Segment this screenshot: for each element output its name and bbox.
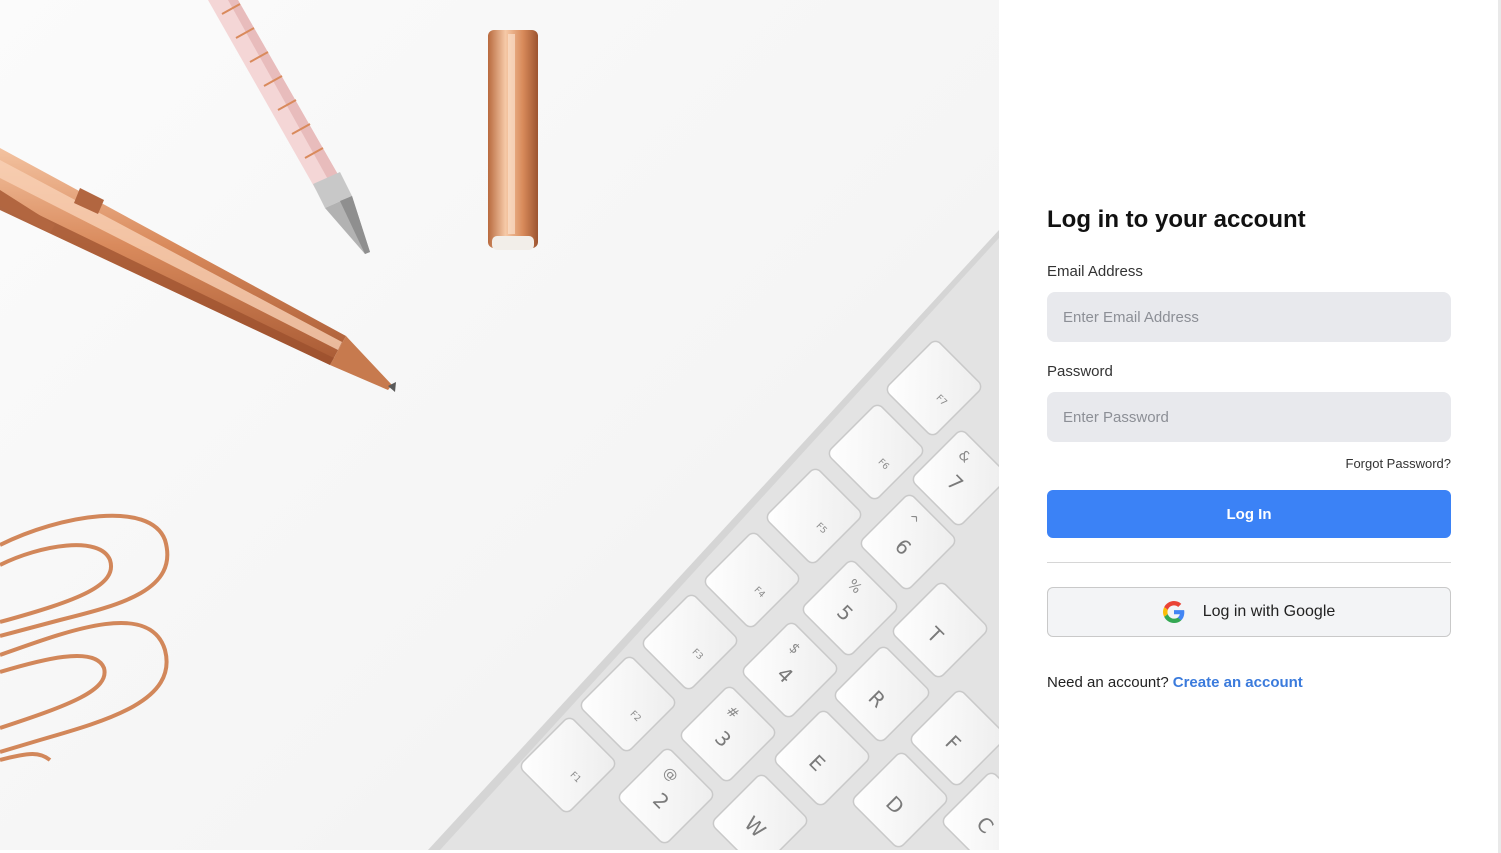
password-field[interactable] [1047, 392, 1451, 442]
divider [1047, 562, 1451, 563]
paperclip-icon [0, 513, 170, 762]
page-title: Log in to your account [1047, 206, 1306, 233]
login-page: F1 F2 F3 F4 F5 F6 F7 2 @3 #4 $5% 6 ^ 7 & W E R T D F C Log in… [0, 0, 1501, 853]
create-account-link[interactable]: Create an account [1173, 674, 1303, 691]
email-field[interactable] [1047, 292, 1451, 342]
login-panel: Log in to your account Email Address Pas… [999, 0, 1501, 853]
login-button[interactable]: Log In [1047, 490, 1451, 538]
keyboard-icon: F1F2F3F4F5F6F72@3#4$5%6^7&WERTDFC [428, 230, 999, 850]
forgot-password-link[interactable]: Forgot Password? [1047, 455, 1452, 473]
desk-illustration: F1F2F3F4F5F6F72@3#4$5%6^7&WERTDFC [0, 0, 999, 850]
pencil-icon [208, 0, 370, 254]
google-login-button[interactable]: Log in with Google [1047, 587, 1451, 637]
password-label: Password [1047, 363, 1113, 380]
hero-image: F1 F2 F3 F4 F5 F6 F7 2 @3 #4 $5% 6 ^ 7 & W E R T D F C [0, 0, 999, 850]
pen-cap-icon [488, 30, 538, 250]
google-logo-icon [1162, 601, 1185, 623]
login-form: Log in to your account Email Address Pas… [1047, 204, 1451, 693]
signup-prompt: Need an account? [1047, 674, 1169, 691]
signup-row: Need an account? Create an account [1047, 673, 1451, 693]
email-label: Email Address [1047, 263, 1143, 280]
google-login-label: Log in with Google [1202, 603, 1336, 620]
